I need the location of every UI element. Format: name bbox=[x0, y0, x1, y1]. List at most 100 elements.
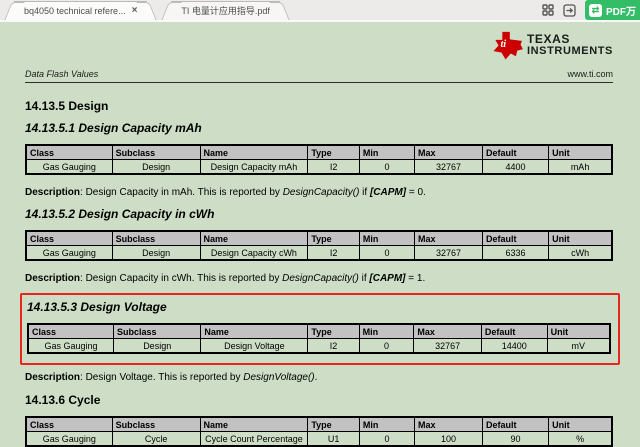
data-flash-table-design-voltage: Class Subclass Name Type Min Max Default… bbox=[27, 323, 611, 354]
column-header: Max bbox=[413, 416, 483, 432]
function-name: DesignVoltage() bbox=[243, 372, 315, 383]
table-row: Gas Gauging Cycle Cycle Count Percentage… bbox=[25, 431, 613, 447]
tab-bq4050[interactable]: bq4050 technical refere... × bbox=[14, 1, 148, 20]
header-rule bbox=[25, 82, 613, 83]
tab-ti-pdf[interactable]: TI 电量计应用指导.pdf bbox=[171, 1, 280, 20]
column-header: Class bbox=[25, 416, 113, 432]
table-cell: cWh bbox=[548, 245, 613, 261]
function-name: DesignCapacity() bbox=[282, 187, 360, 198]
flag-name: [CAPM] bbox=[369, 273, 406, 284]
running-header: Data Flash Values www.ti.com bbox=[25, 69, 613, 79]
table-cell: % bbox=[548, 431, 613, 447]
ti-logo: ti TEXAS INSTRUMENTS bbox=[491, 31, 613, 63]
description-label: Description bbox=[25, 273, 81, 284]
table-cell: 32767 bbox=[413, 338, 482, 354]
table-cell: 0 bbox=[358, 338, 415, 354]
column-header: Unit bbox=[548, 416, 613, 432]
column-header: Unit bbox=[546, 323, 611, 339]
description-label: Description bbox=[25, 372, 81, 383]
masthead: ti TEXAS INSTRUMENTS bbox=[25, 31, 613, 63]
column-header: Name bbox=[199, 416, 309, 432]
browser-tab-bar: bq4050 technical refere... × TI 电量计应用指导.… bbox=[0, 0, 640, 20]
table-cell: mV bbox=[546, 338, 611, 354]
column-header: Name bbox=[199, 144, 309, 160]
column-header: Min bbox=[358, 144, 415, 160]
description-label: Description bbox=[25, 187, 81, 198]
subsection-heading-design-voltage: 14.13.5.3 Design Voltage bbox=[27, 300, 167, 314]
column-header: Class bbox=[27, 323, 115, 339]
table-cell: 32767 bbox=[413, 245, 483, 261]
table-row: Gas Gauging Design Design Capacity mAh I… bbox=[25, 159, 613, 175]
description-text: = 1. bbox=[405, 273, 426, 284]
table-cell: 0 bbox=[358, 245, 415, 261]
column-header: Name bbox=[200, 323, 309, 339]
table-cell: 100 bbox=[413, 431, 483, 447]
apps-grid-icon[interactable] bbox=[542, 4, 554, 16]
column-header: Unit bbox=[548, 144, 613, 160]
column-header: Min bbox=[358, 230, 415, 246]
subsection-heading-capacity-mah: 14.13.5.1 Design Capacity mAh bbox=[25, 121, 202, 135]
table-cell: 6336 bbox=[481, 245, 550, 261]
running-header-title: Data Flash Values bbox=[25, 69, 99, 79]
column-header: Max bbox=[413, 323, 482, 339]
website-link[interactable]: www.ti.com bbox=[567, 69, 613, 79]
ti-texas-map-icon: ti bbox=[491, 31, 523, 60]
page-switch-icon[interactable] bbox=[563, 3, 576, 17]
table-cell: Design bbox=[111, 159, 201, 175]
section-heading-cycle: 14.13.6 Cycle bbox=[25, 393, 101, 407]
table-cell: Design Voltage bbox=[200, 338, 309, 354]
description-text: : Design Voltage. This is reported by bbox=[80, 372, 244, 383]
table-cell: Design bbox=[113, 338, 202, 354]
table-cell: I2 bbox=[307, 245, 360, 261]
column-header: Min bbox=[358, 416, 415, 432]
column-header: Type bbox=[307, 230, 360, 246]
convert-arrows-icon: ⇄ bbox=[589, 3, 602, 17]
column-header: Default bbox=[480, 323, 548, 339]
table-cell: Design bbox=[111, 245, 201, 261]
pdf-extension-badge[interactable]: ⇄ PDF万 bbox=[585, 0, 640, 20]
description-text: : Design Capacity in cWh. This is report… bbox=[80, 273, 283, 284]
table-cell: Cycle Count Percentage bbox=[199, 431, 309, 447]
column-header: Class bbox=[25, 144, 113, 160]
table-cell: U1 bbox=[307, 431, 360, 447]
column-header: Unit bbox=[548, 230, 613, 246]
table-cell: Gas Gauging bbox=[25, 245, 113, 261]
description-capacity-mah: Description: Design Capacity in mAh. Thi… bbox=[25, 187, 613, 199]
ti-wordmark-line1: TEXAS bbox=[526, 32, 570, 46]
table-row: Gas Gauging Design Design Voltage I2 0 3… bbox=[27, 338, 611, 354]
red-annotation-box: 14.13.5.3 Design Voltage Class Subclass … bbox=[20, 293, 620, 365]
description-text: if bbox=[358, 273, 370, 284]
description-text: : Design Capacity in mAh. This is report… bbox=[80, 187, 283, 198]
table-cell: Design Capacity mAh bbox=[199, 159, 309, 175]
column-header: Subclass bbox=[111, 144, 201, 160]
column-header: Type bbox=[307, 323, 360, 339]
table-cell: mAh bbox=[548, 159, 613, 175]
description-text: = 0. bbox=[406, 187, 426, 198]
pdf-page: ti TEXAS INSTRUMENTS Data Flash Values w… bbox=[0, 22, 640, 447]
column-header: Default bbox=[481, 144, 550, 160]
table-header-row: Class Subclass Name Type Min Max Default… bbox=[25, 144, 613, 160]
column-header: Default bbox=[481, 416, 550, 432]
column-header: Class bbox=[25, 230, 113, 246]
table-header-row: Class Subclass Name Type Min Max Default… bbox=[27, 323, 611, 339]
column-header: Type bbox=[307, 416, 360, 432]
subsection-heading-capacity-cwh: 14.13.5.2 Design Capacity in cWh bbox=[25, 207, 215, 221]
table-cell: 14400 bbox=[480, 338, 548, 354]
column-header: Subclass bbox=[111, 416, 201, 432]
table-cell: 32767 bbox=[413, 159, 483, 175]
description-text: . bbox=[314, 372, 318, 383]
description-text: if bbox=[359, 187, 370, 198]
tab-close-icon[interactable]: × bbox=[132, 6, 138, 16]
table-row: Gas Gauging Design Design Capacity cWh I… bbox=[25, 245, 613, 261]
description-design-voltage: Description: Design Voltage. This is rep… bbox=[25, 372, 613, 384]
column-header: Max bbox=[413, 144, 483, 160]
flag-name: [CAPM] bbox=[369, 187, 407, 198]
function-name: DesignCapacity() bbox=[282, 273, 359, 284]
table-cell: Design Capacity cWh bbox=[199, 245, 309, 261]
tab-title: TI 电量计应用指导.pdf bbox=[181, 6, 270, 16]
data-flash-table-capacity-cwh: Class Subclass Name Type Min Max Default… bbox=[25, 230, 613, 261]
svg-text:ti: ti bbox=[500, 39, 506, 50]
extension-label: PDF万 bbox=[606, 6, 636, 18]
table-cell: Gas Gauging bbox=[25, 431, 113, 447]
data-flash-table-cycle: Class Subclass Name Type Min Max Default… bbox=[25, 416, 613, 447]
